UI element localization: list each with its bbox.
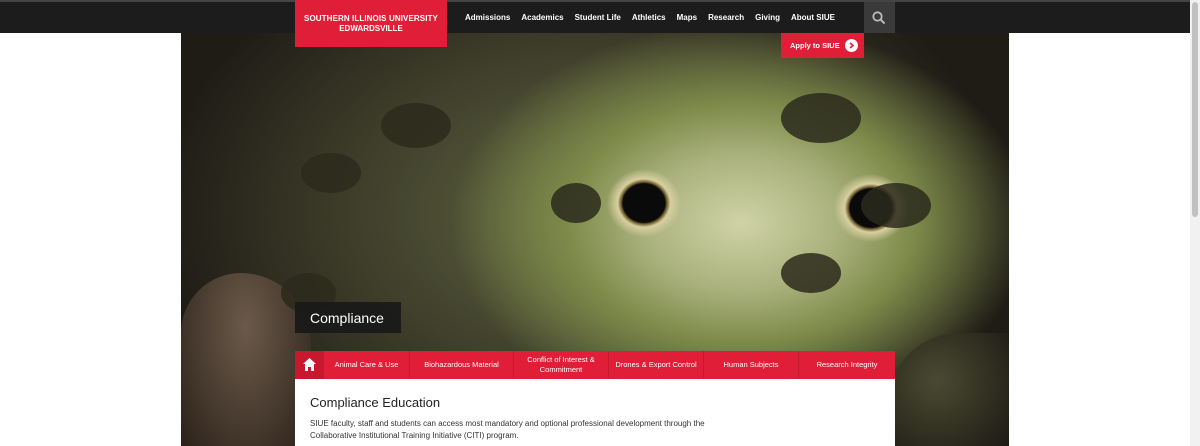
nav-student-life[interactable]: Student Life — [575, 13, 621, 22]
nav-research[interactable]: Research — [708, 13, 744, 22]
search-button[interactable] — [864, 2, 895, 35]
nav-about-siue[interactable]: About SIUE — [791, 13, 835, 22]
apply-button-label: Apply to SIUE — [790, 41, 840, 50]
page-title: Compliance — [295, 302, 401, 333]
logo-line-2: EDWARDSVILLE — [339, 24, 403, 33]
siue-logo[interactable]: SOUTHERN ILLINOIS UNIVERSITY EDWARDSVILL… — [295, 0, 447, 47]
nav-giving[interactable]: Giving — [755, 13, 780, 22]
subnav-human-subjects[interactable]: Human Subjects — [704, 351, 799, 379]
nav-academics[interactable]: Academics — [521, 13, 563, 22]
frog-spot — [551, 183, 601, 223]
subnav-drones-export-control[interactable]: Drones & Export Control — [609, 351, 704, 379]
logo-line-1: SOUTHERN ILLINOIS UNIVERSITY — [304, 14, 438, 23]
subnav-conflict-of-interest[interactable]: Conflict of Interest & Commitment — [514, 351, 609, 379]
page-scrollbar[interactable] — [1190, 0, 1200, 446]
nav-maps[interactable]: Maps — [677, 13, 697, 22]
apply-button[interactable]: Apply to SIUE — [781, 33, 864, 58]
subnav-research-integrity[interactable]: Research Integrity — [799, 351, 895, 379]
compliance-subnav: Animal Care & Use Biohazardous Material … — [295, 351, 895, 379]
search-icon — [872, 11, 886, 25]
nav-admissions[interactable]: Admissions — [465, 13, 510, 22]
nav-athletics[interactable]: Athletics — [632, 13, 666, 22]
frog-spot — [781, 93, 861, 143]
chevron-right-icon — [845, 39, 858, 52]
hero-rock-right — [889, 333, 1009, 446]
main-content: Compliance Education SIUE faculty, staff… — [295, 379, 895, 446]
frog-spot — [781, 253, 841, 293]
section-heading: Compliance Education — [310, 395, 441, 410]
section-body: SIUE faculty, staff and students can acc… — [310, 419, 705, 440]
frog-spot — [861, 183, 931, 228]
main-nav: Admissions Academics Student Life Athlet… — [465, 13, 846, 22]
frog-spot — [381, 103, 451, 148]
subnav-biohazardous-material[interactable]: Biohazardous Material — [410, 351, 514, 379]
subnav-animal-care[interactable]: Animal Care & Use — [324, 351, 410, 379]
home-icon — [303, 358, 316, 371]
frog-spot — [301, 153, 361, 193]
home-button[interactable] — [295, 351, 324, 379]
scrollbar-thumb[interactable] — [1192, 2, 1198, 217]
top-navigation-bar: Admissions Academics Student Life Athlet… — [0, 0, 1190, 35]
